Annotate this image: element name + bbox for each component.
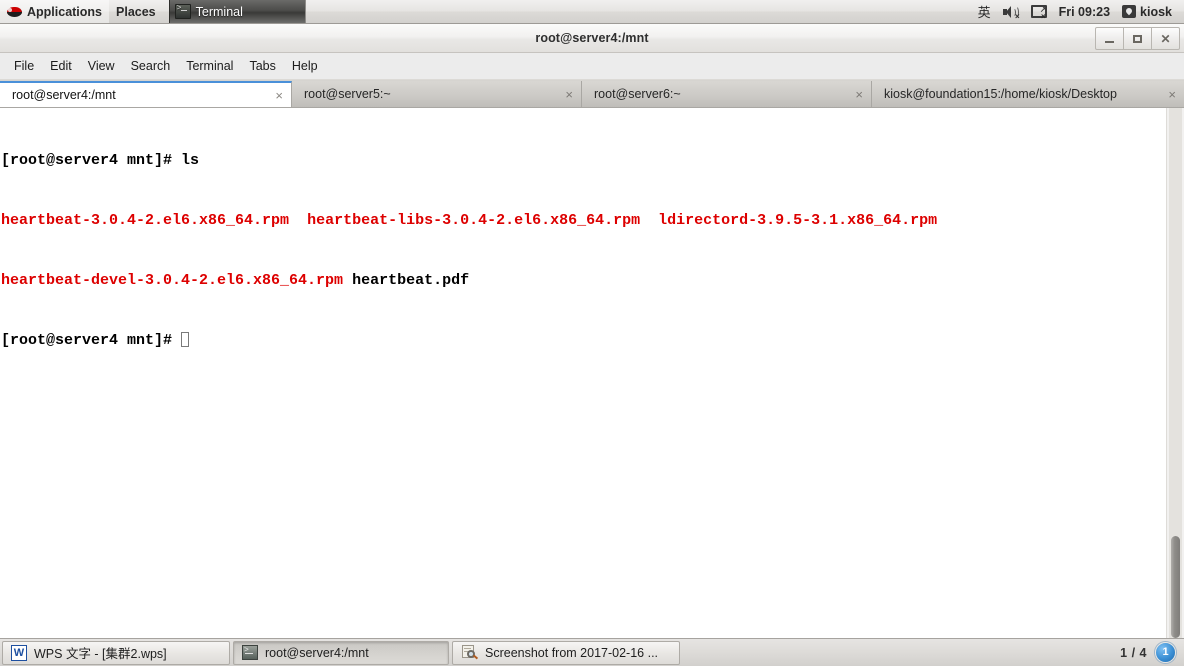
tab-kiosk-foundation15-desktop[interactable]: kiosk@foundation15:/home/kiosk/Desktop × [872, 81, 1184, 107]
file-heartbeat-libs-rpm: heartbeat-libs-3.0.4-2.el6.x86_64.rpm [307, 212, 641, 229]
tab-close-icon[interactable]: × [1168, 88, 1176, 101]
network-button[interactable]: ↗ × [1025, 0, 1053, 23]
workspace-indicator[interactable]: 1 [1155, 642, 1176, 663]
redhat-logo-icon [7, 4, 22, 19]
terminal-body[interactable]: [root@server4 mnt]# ls heartbeat-3.0.4-2… [0, 108, 1184, 638]
terminal-line-command: [root@server4 mnt]# ls [1, 151, 1166, 171]
terminal-line-prompt: [root@server4 mnt]# [1, 331, 1166, 351]
tab-root-server5[interactable]: root@server5:~ × [292, 81, 582, 107]
top-panel: Applications Places Terminal 英 × ↗× Fri … [0, 0, 1184, 24]
menu-file[interactable]: File [6, 56, 42, 76]
tab-label: kiosk@foundation15:/home/kiosk/Desktop [884, 87, 1117, 101]
window-list-item-label: Terminal [195, 4, 243, 19]
close-button[interactable]: ✕ [1151, 27, 1180, 50]
close-icon: ✕ [1160, 31, 1171, 46]
terminal-cursor [181, 332, 190, 347]
menu-terminal[interactable]: Terminal [178, 56, 241, 76]
screenshot-icon [461, 644, 479, 661]
speaker-muted-icon: × [1002, 5, 1020, 20]
taskbar-item-label: WPS 文字 - [集群2.wps] [34, 647, 167, 661]
terminal-line-listing-1: heartbeat-3.0.4-2.el6.x86_64.rpm heartbe… [1, 211, 1166, 231]
file-heartbeat-rpm: heartbeat-3.0.4-2.el6.x86_64.rpm [1, 212, 290, 229]
taskbar-item-wps[interactable]: W WPS 文字 - [集群2.wps] [2, 640, 230, 665]
network-display-disconnected-icon: ↗ × [1030, 4, 1047, 20]
minimize-button[interactable] [1095, 27, 1124, 50]
applications-menu-label: Applications [27, 4, 103, 19]
panel-window-list: Terminal [168, 0, 306, 23]
maximize-button[interactable] [1123, 27, 1152, 50]
workspace-count-label: 1 / 4 [1120, 645, 1147, 660]
tab-label: root@server4:/mnt [12, 88, 116, 102]
terminal-icon [174, 3, 191, 19]
workspace-switcher: 1 / 4 1 [1120, 642, 1182, 663]
taskbar-item-label: root@server4:/mnt [265, 645, 369, 660]
terminal-scrollbar[interactable] [1166, 108, 1184, 638]
taskbar-item-terminal[interactable]: root@server4:/mnt [233, 640, 449, 665]
menu-tabs[interactable]: Tabs [241, 56, 283, 76]
volume-button[interactable]: × [997, 0, 1025, 23]
tab-close-icon[interactable]: × [565, 88, 573, 101]
scrollbar-thumb[interactable] [1171, 536, 1180, 638]
menu-help[interactable]: Help [284, 56, 326, 76]
menu-edit[interactable]: Edit [42, 56, 80, 76]
window-titlebar[interactable]: root@server4:/mnt ✕ [0, 24, 1184, 53]
tab-close-icon[interactable]: × [275, 89, 283, 102]
tab-root-server4-mnt[interactable]: root@server4:/mnt × [0, 81, 292, 107]
places-menu[interactable]: Places [109, 0, 163, 23]
terminal-icon [242, 645, 258, 660]
taskbar-item-screenshot[interactable]: Screenshot from 2017-02-16 ... [452, 640, 680, 665]
clock[interactable]: Fri 09:23 [1053, 0, 1116, 23]
user-icon [1122, 5, 1137, 18]
minimize-icon [1105, 40, 1114, 43]
terminal-window: root@server4:/mnt ✕ File Edit View Searc… [0, 24, 1184, 638]
clock-label: Fri 09:23 [1058, 4, 1111, 19]
bottom-panel: W WPS 文字 - [集群2.wps] root@server4:/mnt S… [0, 638, 1184, 666]
file-heartbeat-devel-rpm: heartbeat-devel-3.0.4-2.el6.x86_64.rpm [1, 272, 344, 289]
menu-view[interactable]: View [80, 56, 123, 76]
window-list-item-terminal[interactable]: Terminal [168, 0, 306, 23]
terminal-line-listing-2: heartbeat-devel-3.0.4-2.el6.x86_64.rpm h… [1, 271, 1166, 291]
user-menu-label: kiosk [1140, 4, 1172, 19]
tab-root-server6[interactable]: root@server6:~ × [582, 81, 872, 107]
terminal-prompt-2: [root@server4 mnt]# [1, 332, 182, 349]
user-menu[interactable]: kiosk [1116, 0, 1178, 23]
system-tray: 英 × ↗ × Fri 09:23 kiosk [972, 0, 1184, 23]
terminal-command: ls [181, 152, 200, 169]
terminal-output[interactable]: [root@server4 mnt]# ls heartbeat-3.0.4-2… [0, 108, 1166, 638]
wps-icon: W [11, 644, 27, 661]
file-heartbeat-pdf: heartbeat.pdf [352, 272, 470, 289]
tab-close-icon[interactable]: × [855, 88, 863, 101]
maximize-icon [1133, 34, 1142, 43]
tab-label: root@server6:~ [594, 87, 681, 101]
places-menu-label: Places [116, 4, 156, 19]
tabbar: root@server4:/mnt × root@server5:~ × roo… [0, 80, 1184, 108]
tab-label: root@server5:~ [304, 87, 391, 101]
window-buttons: ✕ [1095, 27, 1180, 50]
menu-search[interactable]: Search [123, 56, 179, 76]
applications-menu[interactable]: Applications [0, 0, 110, 23]
terminal-prompt: [root@server4 mnt]# [1, 152, 182, 169]
input-method-indicator[interactable]: 英 [972, 0, 997, 23]
input-method-label: 英 [977, 5, 991, 20]
file-ldirectord-rpm: ldirectord-3.9.5-3.1.x86_64.rpm [658, 212, 938, 229]
taskbar-item-label: Screenshot from 2017-02-16 ... [485, 645, 659, 660]
menubar: File Edit View Search Terminal Tabs Help [0, 53, 1184, 80]
window-title: root@server4:/mnt [535, 31, 649, 45]
